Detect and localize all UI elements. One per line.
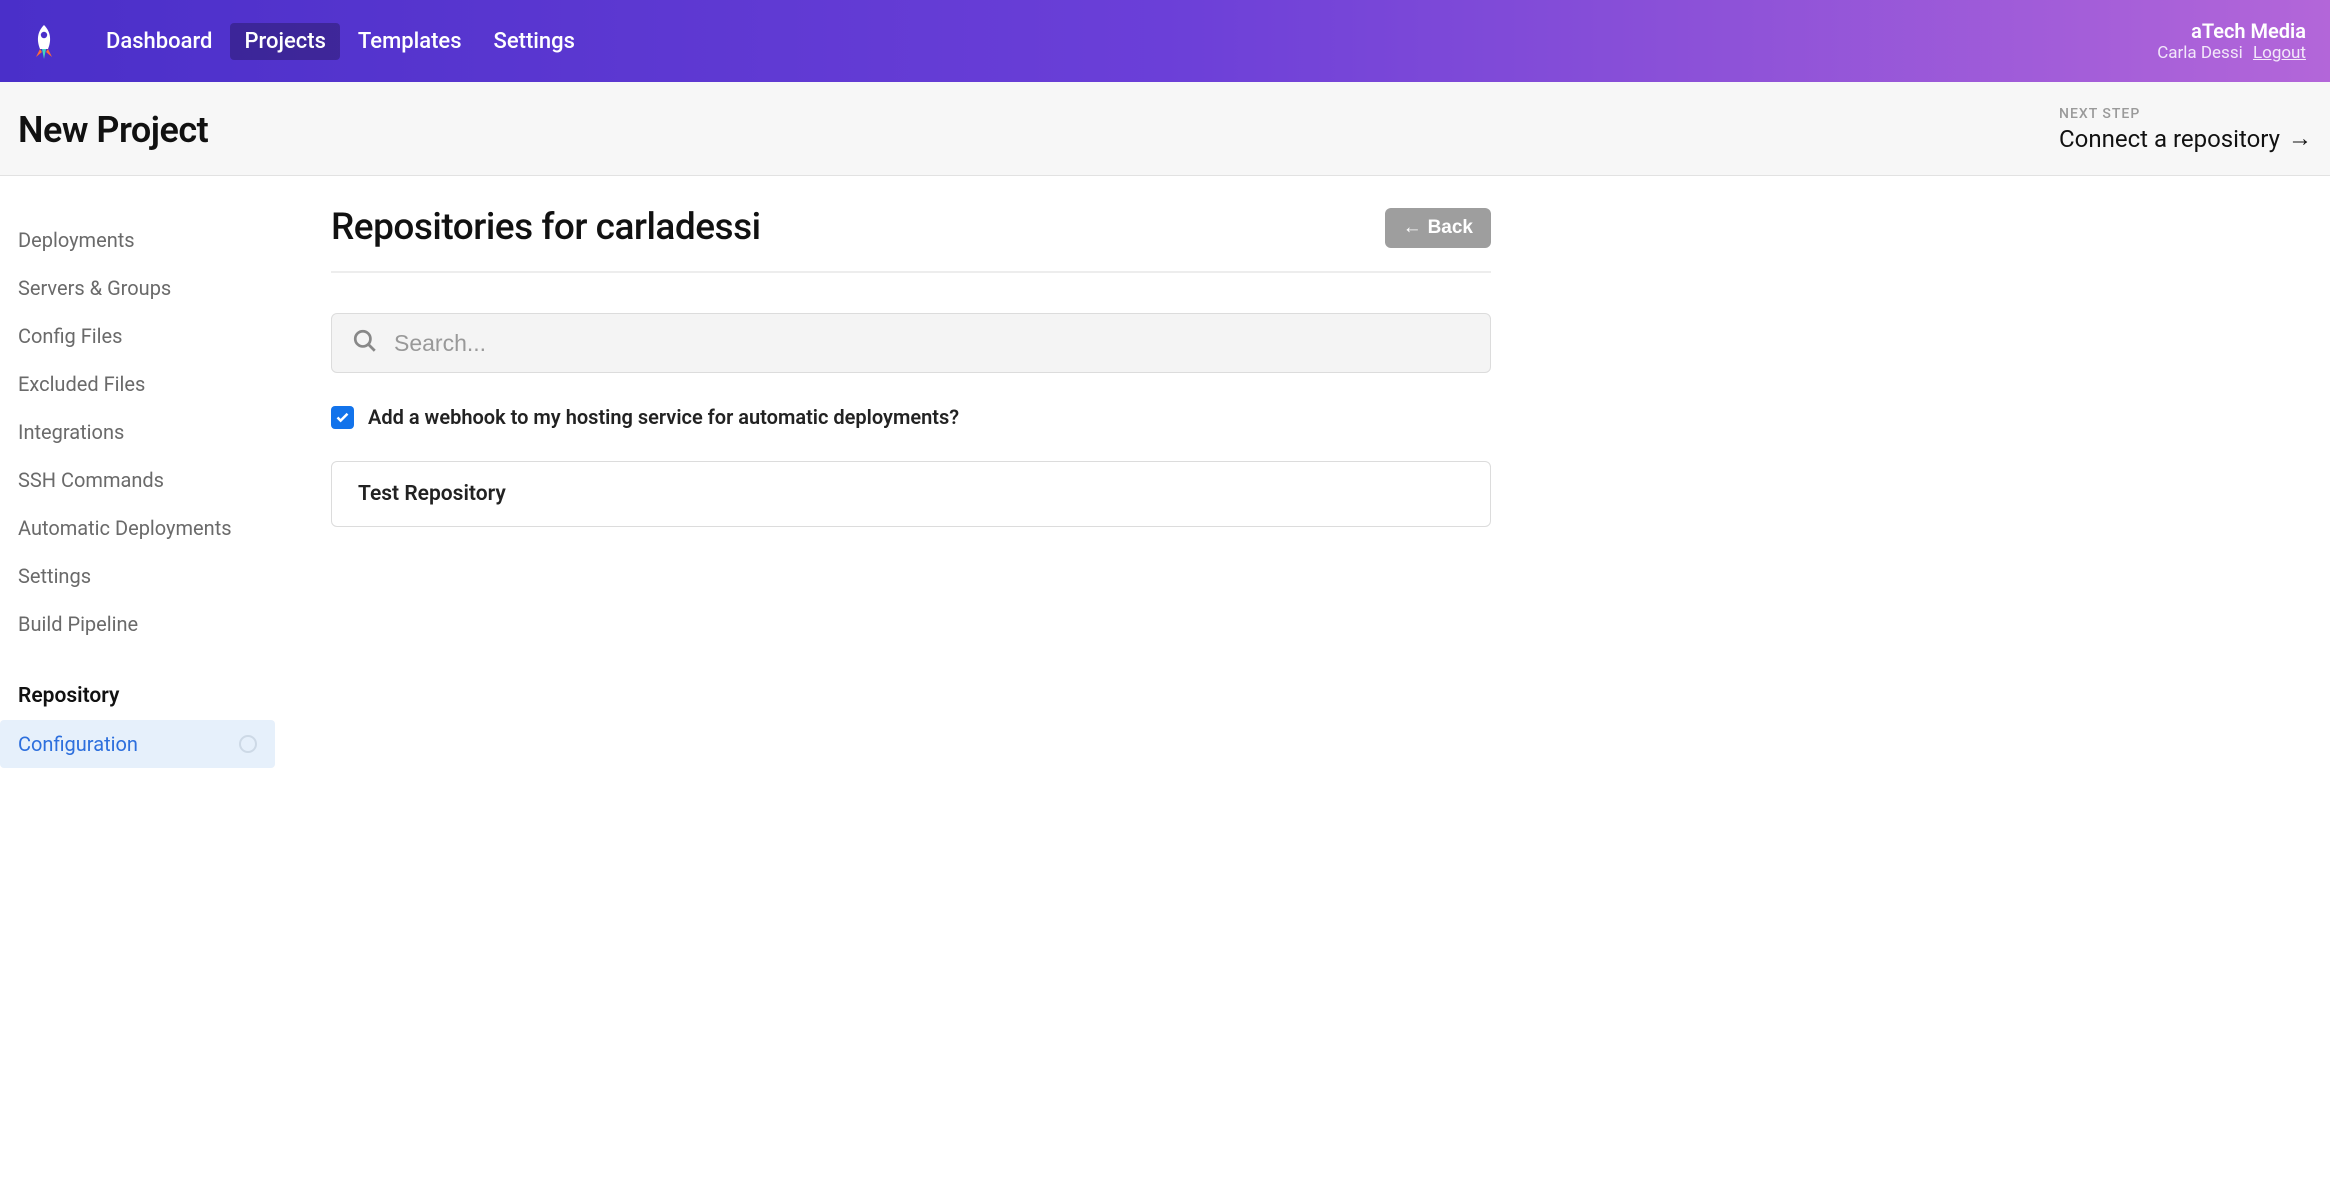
main-content: Repositories for carladessi ← Back Add [275, 176, 1509, 768]
webhook-checkbox-row: Add a webhook to my hosting service for … [331, 405, 1491, 429]
sidebar-item-deployments[interactable]: Deployments [0, 216, 275, 264]
org-name: aTech Media [2157, 19, 2306, 43]
arrow-left-icon: ← [1403, 217, 1422, 239]
sidebar: Deployments Servers & Groups Config File… [0, 176, 275, 768]
sidebar-heading-repository: Repository [0, 648, 275, 720]
user-name: Carla Dessi [2157, 43, 2243, 63]
top-header: Dashboard Projects Templates Settings aT… [0, 0, 2330, 82]
header-right: aTech Media Carla Dessi Logout [2157, 19, 2306, 63]
nav-projects[interactable]: Projects [230, 23, 339, 60]
sidebar-item-excluded-files[interactable]: Excluded Files [0, 360, 275, 408]
user-row: Carla Dessi Logout [2157, 43, 2306, 63]
logout-link[interactable]: Logout [2253, 43, 2306, 63]
subheader: New Project NEXT STEP Connect a reposito… [0, 82, 2330, 176]
nav-templates[interactable]: Templates [344, 23, 476, 60]
nav-dashboard[interactable]: Dashboard [92, 23, 226, 60]
next-step-text: Connect a repository [2059, 125, 2280, 153]
repo-item[interactable]: Test Repository [331, 461, 1491, 527]
app-logo[interactable] [24, 21, 64, 61]
body: Deployments Servers & Groups Config File… [0, 176, 2330, 768]
back-button-label: Back [1428, 217, 1473, 239]
sidebar-item-auto-deployments[interactable]: Automatic Deployments [0, 504, 275, 552]
search-input[interactable] [394, 330, 1470, 357]
nav-settings[interactable]: Settings [480, 23, 589, 60]
spinner-icon [239, 735, 257, 753]
sidebar-item-configuration[interactable]: Configuration [0, 720, 275, 768]
sidebar-subitem-label: Configuration [18, 732, 138, 756]
sidebar-item-integrations[interactable]: Integrations [0, 408, 275, 456]
search-icon [352, 328, 378, 358]
webhook-checkbox[interactable] [331, 406, 354, 429]
search-wrapper[interactable] [331, 313, 1491, 373]
sidebar-item-servers[interactable]: Servers & Groups [0, 264, 275, 312]
sidebar-item-settings[interactable]: Settings [0, 552, 275, 600]
webhook-checkbox-label[interactable]: Add a webhook to my hosting service for … [368, 405, 959, 429]
sidebar-item-build-pipeline[interactable]: Build Pipeline [0, 600, 275, 648]
main-header: Repositories for carladessi ← Back [331, 206, 1491, 273]
header-left: Dashboard Projects Templates Settings [24, 21, 589, 61]
sidebar-item-config-files[interactable]: Config Files [0, 312, 275, 360]
next-step-block[interactable]: NEXT STEP Connect a repository → [2059, 106, 2312, 153]
back-button[interactable]: ← Back [1385, 208, 1491, 248]
main-nav: Dashboard Projects Templates Settings [92, 23, 589, 60]
sidebar-item-ssh-commands[interactable]: SSH Commands [0, 456, 275, 504]
arrow-right-icon: → [2288, 124, 2312, 153]
page-title: New Project [18, 109, 208, 151]
next-step-link[interactable]: Connect a repository → [2059, 124, 2312, 153]
next-step-label: NEXT STEP [2059, 106, 2312, 122]
main-title: Repositories for carladessi [331, 206, 761, 249]
